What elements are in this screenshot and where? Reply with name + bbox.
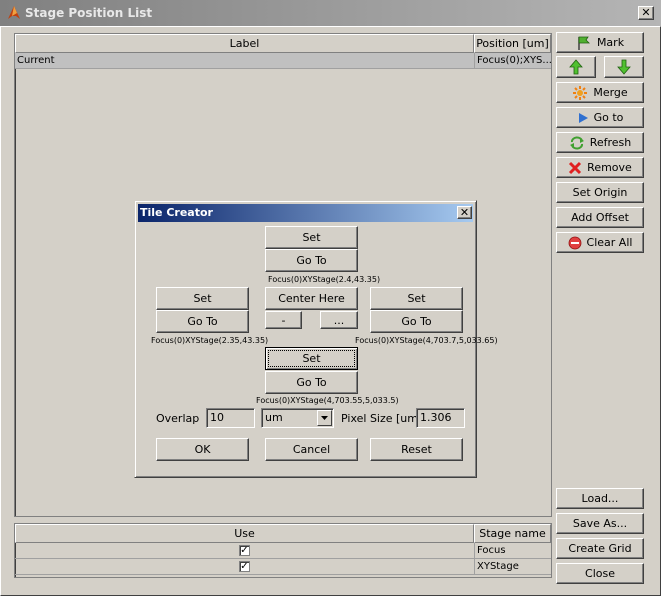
stages-table[interactable]: Use Stage name ✓ Focus ✓ XYStage [14,523,552,578]
dialog-title-bar: Tile Creator ✕ [138,204,473,222]
left-goto-button[interactable]: Go To [156,310,249,333]
refresh-label: Refresh [589,136,632,149]
load-button[interactable]: Load... [556,488,644,509]
remove-button[interactable]: Remove [556,157,644,178]
column-header-stage-name[interactable]: Stage name [474,524,551,543]
move-up-button[interactable] [556,56,596,78]
unit-select-value: um [265,411,283,424]
minus-button[interactable]: - [265,311,302,329]
clear-all-label: Clear All [586,236,633,249]
set-origin-label: Set Origin [572,186,628,199]
top-set-label: Set [302,231,321,244]
reset-button[interactable]: Reset [370,438,463,461]
table-row[interactable]: ✓ XYStage [15,559,551,575]
goto-label: Go to [593,111,624,124]
close-button[interactable]: Close [556,563,644,584]
pixel-size-input[interactable]: 1.306 [416,408,465,428]
move-down-button[interactable] [604,56,644,78]
table-row[interactable]: ✓ Focus [15,543,551,559]
matlab-app-icon [8,6,20,19]
merge-button[interactable]: Merge [556,82,644,103]
left-set-label: Set [193,292,212,305]
goto-button[interactable]: Go to [556,107,644,128]
dialog-title: Tile Creator [140,206,213,219]
center-here-button[interactable]: Center Here [265,287,358,310]
mark-label: Mark [596,36,625,49]
bottom-set-button[interactable]: Set [265,347,358,370]
chevron-down-icon [321,416,328,420]
window-title: Stage Position List [25,6,153,20]
stage-name-cell: Focus [474,543,551,559]
right-set-label: Set [407,292,426,305]
top-goto-label: Go To [296,254,327,267]
close-icon: ✕ [641,6,651,19]
left-goto-label: Go To [187,315,218,328]
bottom-set-label: Set [302,352,321,365]
more-label: ... [333,313,345,327]
column-header-position[interactable]: Position [um] [474,34,551,53]
tile-creator-dialog: Tile Creator ✕ Set Go To Focus(0)XYStage… [134,200,498,478]
create-grid-label: Create Grid [568,542,632,555]
top-coordinate: Focus(0)XYStage(2.4,43.35) [268,275,381,284]
mark-button[interactable]: Mark [556,32,644,53]
unit-select[interactable]: um [261,408,334,428]
pixel-size-label: Pixel Size [um] [341,412,423,425]
merge-label: Merge [593,86,628,99]
ok-button[interactable]: OK [156,438,249,461]
clear-circle-icon [568,236,581,249]
cancel-button[interactable]: Cancel [265,438,358,461]
remove-label: Remove [587,161,632,174]
left-set-button[interactable]: Set [156,287,249,310]
add-offset-button[interactable]: Add Offset [556,207,644,228]
right-goto-label: Go To [401,315,432,328]
top-goto-button[interactable]: Go To [265,249,358,272]
overlap-input[interactable]: 10 [206,408,255,428]
arrow-up-icon [569,59,583,75]
bottom-goto-button[interactable]: Go To [265,371,358,394]
row-position-cell: Focus(0);XYS... [474,53,551,69]
minus-label: - [281,313,286,327]
stage-name-cell: XYStage [474,559,551,575]
ok-label: OK [194,443,211,456]
red-x-icon [569,161,582,174]
create-grid-button[interactable]: Create Grid [556,538,644,559]
close-icon: ✕ [459,206,470,219]
merge-icon [573,85,588,100]
use-checkbox[interactable]: ✓ [239,545,250,556]
arrow-down-icon [617,59,631,75]
reset-label: Reset [401,443,432,456]
row-label-cell: Current [17,55,55,66]
close-label: Close [585,567,615,580]
bottom-goto-label: Go To [296,376,327,389]
more-button[interactable]: ... [320,311,358,329]
top-set-button[interactable]: Set [265,226,358,249]
dropdown-arrow-button[interactable] [317,410,332,426]
use-checkbox[interactable]: ✓ [239,561,250,572]
cancel-label: Cancel [292,443,331,456]
column-header-label[interactable]: Label [15,34,474,53]
left-coordinate: Focus(0)XYStage(2.35,43.35) [151,336,269,345]
load-label: Load... [581,492,619,505]
set-origin-button[interactable]: Set Origin [556,182,644,203]
dialog-close-button[interactable]: ✕ [457,206,472,219]
right-set-button[interactable]: Set [370,287,463,310]
save-as-button[interactable]: Save As... [556,513,644,534]
window-close-button[interactable]: ✕ [638,6,654,20]
right-coordinate: Focus(0)XYStage(4,703.7,5,033.65) [355,336,498,345]
save-as-label: Save As... [572,517,628,530]
bottom-coordinate: Focus(0)XYStage(4,703.55,5,033.5) [256,396,399,405]
flag-icon [578,36,590,50]
table-row[interactable]: Current Focus(0);XYS... [15,53,551,69]
play-icon [578,112,588,123]
refresh-button[interactable]: Refresh [556,132,644,153]
clear-all-button[interactable]: Clear All [556,232,644,253]
add-offset-label: Add Offset [571,211,629,224]
overlap-label: Overlap [156,412,200,425]
refresh-icon [569,135,584,150]
column-header-use[interactable]: Use [15,524,474,543]
window-title-bar: Stage Position List ✕ [0,0,661,26]
center-here-label: Center Here [278,292,345,305]
right-goto-button[interactable]: Go To [370,310,463,333]
